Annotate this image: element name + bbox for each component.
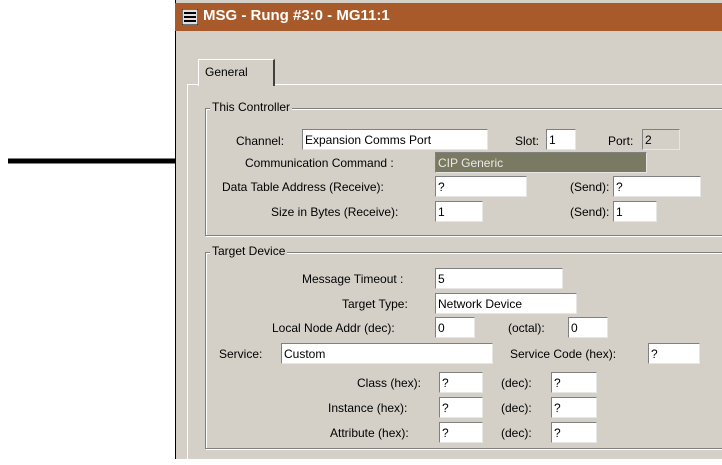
target-type-label: Target Type: [342,297,408,311]
size-receive-field[interactable]: 1 [435,201,483,222]
msg-window-icon [182,9,198,25]
tab-general[interactable]: General [198,59,275,86]
channel-label: Channel: [236,134,285,148]
message-timeout-field[interactable]: 5 [435,268,563,289]
instance-hex-field[interactable]: ? [439,397,483,418]
port-label: Port: [608,134,634,148]
instance-dec-field[interactable]: ? [551,397,597,418]
service-code-field[interactable]: ? [648,343,700,364]
data-table-send-label: (Send): [570,180,610,194]
attribute-dec-label: (dec): [501,426,532,440]
service-label: Service: [219,347,263,361]
channel-field[interactable]: Expansion Comms Port [302,129,488,150]
size-receive-label: Size in Bytes (Receive): [271,205,399,219]
target-device-legend: Target Device [210,244,288,258]
service-field[interactable]: Custom [281,343,493,364]
class-dec-field[interactable]: ? [551,372,597,393]
size-send-field[interactable]: 1 [613,201,657,222]
window-title: MSG - Rung #3:0 - MG11:1 [203,7,390,24]
message-timeout-label: Message Timeout : [302,272,404,286]
tab-general-label: General [205,65,248,79]
instance-dec-label: (dec): [501,401,532,415]
octal-field[interactable]: 0 [568,317,608,338]
port-field: 2 [642,129,680,150]
service-code-label: Service Code (hex): [510,347,617,361]
octal-label: (octal): [508,321,545,335]
data-table-send-field[interactable]: ? [613,176,701,197]
class-dec-label: (dec): [501,376,532,390]
class-hex-label: Class (hex): [357,376,422,390]
slot-label: Slot: [515,134,540,148]
communication-command-label: Communication Command : [245,156,394,170]
class-hex-field[interactable]: ? [439,372,483,393]
data-table-receive-field[interactable]: ? [435,176,527,197]
this-controller-legend: This Controller [210,100,293,114]
attribute-hex-label: Attribute (hex): [330,426,409,440]
size-send-label: (Send): [570,205,610,219]
attribute-dec-field[interactable]: ? [551,422,597,443]
local-node-label: Local Node Addr (dec): [272,321,395,335]
target-type-field[interactable]: Network Device [435,293,577,314]
attribute-hex-field[interactable]: ? [439,422,483,443]
data-table-receive-label: Data Table Address (Receive): [222,180,384,194]
communication-command-field[interactable]: CIP Generic [435,152,647,173]
instance-hex-label: Instance (hex): [328,401,408,415]
local-node-field[interactable]: 0 [435,317,475,338]
slot-field[interactable]: 1 [546,129,576,150]
